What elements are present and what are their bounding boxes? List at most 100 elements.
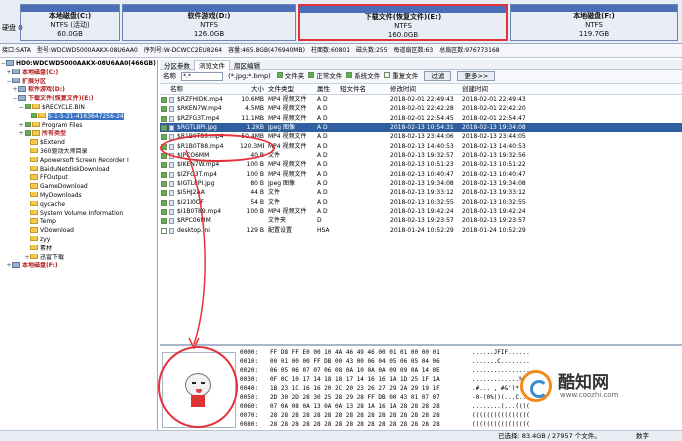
file-attr: A D [317,170,328,178]
col-attr-header[interactable]: 属性 [317,84,337,95]
col-created-header[interactable]: 创建时间 [462,84,542,95]
file-checkbox[interactable] [161,162,167,169]
col-type-header[interactable]: 文件类型 [268,84,312,95]
file-modified: 2018-02-13 19:42:24 [390,208,454,216]
partition-block[interactable]: 本地磁盘(F:) NTFS 119.7GB [510,4,678,41]
tree-node-label: 软件游戏(D:) [28,86,65,94]
directory-tree[interactable]: − HD0:WDCWD5000AAKX-08U6AA0(466GB) + 本地磁盘(C… [0,60,158,430]
filter-checkbox[interactable] [308,72,315,78]
file-row[interactable]: $RPC06MM 文件夹 D 2018-02-13 19:23:57 2018-02-1… [160,216,682,225]
file-checkbox[interactable] [161,218,167,225]
file-type: MP4 视频文件 [268,161,307,169]
tree-node[interactable]: + 迅雷下载 [0,253,157,263]
file-row[interactable]: $IPCO6MM 40 B 文件 A D 2018-02-13 19:32:57 2018… [160,151,682,160]
tree-node[interactable]: + 所有类型 [0,130,157,139]
file-checkbox[interactable] [161,153,167,160]
tree-node-label: VDownload [40,227,74,235]
tree-node[interactable]: + 软件游戏(D:) [0,86,157,95]
file-checkbox[interactable] [161,97,167,103]
file-checkbox[interactable] [161,199,167,206]
tree-checkbox[interactable] [25,121,31,128]
file-row[interactable]: $R1B0T88.mp4 120.3MB MP4 视频文件 A D 2018-02-13… [160,142,682,151]
tree-node[interactable]: 素材 [0,244,157,254]
file-checkbox[interactable] [161,134,167,141]
tree-checkbox[interactable] [25,103,31,110]
col-size-header[interactable]: 大小 [240,84,264,95]
file-checkbox[interactable] [161,209,167,216]
file-checkbox[interactable] [161,227,167,234]
file-row[interactable]: $IKEN7W.mp4 100 B MP4 视频文件 A D 2018-02-13 10… [160,160,682,169]
tree-node[interactable]: + Program Files [0,121,157,131]
col-modified-header[interactable]: 修改时间 [390,84,470,95]
hex-offset: 0040: [240,385,259,392]
tree-node[interactable]: + 本地磁盘(C:) [0,68,157,78]
name-pattern-input[interactable]: *.* [181,71,224,81]
tree-node[interactable]: System Volume Information [0,209,157,219]
col-short-header[interactable]: 短文件名 [340,84,382,95]
tree-node[interactable]: MyDownloads [0,191,157,201]
tree-node[interactable]: qycache [0,200,157,210]
tree-node[interactable]: + 本地磁盘(F:) [0,262,157,271]
tree-node[interactable]: − $RECYCLE.BIN [0,103,157,113]
file-row[interactable]: $I1B0T89.mp4 100 B MP4 视频文件 A D 2018-02-13 1… [160,207,682,216]
partition-block[interactable]: 下载文件(恢复文件)(E:) NTFS 160.0GB [298,4,508,41]
file-row[interactable]: $R1B0T89.mp4 50.4MB MP4 视频文件 A D 2018-02-13 … [160,132,682,141]
tree-node[interactable]: 360驱动大师目录 [0,147,157,157]
more-button[interactable]: 更多>> [457,71,496,81]
tree-checkbox[interactable] [25,130,31,136]
file-checkbox[interactable] [161,115,167,122]
file-row[interactable]: $IGTL8PI.jpg 80 B Jpeg 图像 A D 2018-02-13 19:… [160,179,682,188]
tree-node[interactable]: GameDownload [0,183,157,192]
file-row[interactable]: $RGTL8PI.jpg 1.2KB Jpeg 图像 A D 2018-02-13 10… [160,123,682,133]
file-row[interactable]: $RZFHIDK.mp4 10.6MB MP4 视频文件 A D 2018-02-01 … [160,95,682,104]
file-checkbox[interactable] [161,181,167,188]
file-row[interactable]: $RZFG3T.mp4 11.1MB MP4 视频文件 A D 2018-02-01 2… [160,114,682,123]
tree-node-label: HD0:WDCWD5000AAKX-08U6AA0(466GB) [16,60,156,67]
tree-node[interactable]: BaiduNetdiskDownload [0,165,157,175]
tree-node[interactable]: − 下载文件(恢复文件)(E:) [0,95,157,104]
folder-icon [30,218,38,224]
watermark-url: www.coozhi.com [560,391,619,399]
file-checkbox[interactable] [161,171,167,178]
file-row[interactable]: $IZFG3T.mp4 100 B MP4 视频文件 A D 2018-02-13 10… [160,170,682,179]
tree-node[interactable]: Temp [0,218,157,227]
tree-node-label: $Extend [40,139,65,147]
file-created: 2018-02-13 23:44:05 [462,133,526,141]
file-row[interactable]: $I21I0OF 54 B 文件 A D 2018-02-13 10:32:55 2018… [160,198,682,207]
tree-expander-icon[interactable]: + [18,122,24,131]
partition-block[interactable]: 软件游戏(D:) NTFS 126.0GB [122,4,296,41]
partition-block[interactable]: 本地磁盘(C:) NTFS (活动) 60.0GB [20,4,120,41]
file-row[interactable]: desktop.ini 129 B 配置设置 HSA 2018-01-24 10:52:… [160,226,682,235]
drive-icon [12,262,20,268]
file-icon [169,134,174,141]
file-created: 2018-01-24 10:52:29 [462,226,526,234]
col-name-header[interactable]: 名称 [170,84,244,95]
file-row[interactable]: $I5HJ2AA 44 B 文件 A D 2018-02-13 19:33:12 2018… [160,188,682,197]
filter-checkbox[interactable] [384,72,391,78]
file-type: 文件 [268,152,281,160]
tree-node[interactable]: Apowersoft Screen Recorder I [0,156,157,166]
tree-node[interactable]: $Extend [0,139,157,148]
tree-expander-icon[interactable]: − [18,104,24,113]
tree-node[interactable]: VDownload [0,227,157,236]
tree-checkbox[interactable] [31,112,37,119]
file-checkbox[interactable] [161,143,167,150]
file-row[interactable]: $RKEN7W.mp4 4.5MB MP4 视频文件 A D 2018-02-01 22… [160,104,682,113]
tree-node[interactable]: − HD0:WDCWD5000AAKX-08U6AA0(466GB) [0,60,157,69]
filter-checkbox[interactable] [276,72,283,78]
file-created: 2018-02-13 10:51:22 [462,161,526,169]
tree-expander-icon[interactable]: + [18,130,24,139]
file-checkbox[interactable] [161,190,167,197]
filter-checkbox[interactable] [346,72,353,78]
tree-node[interactable]: zyy [0,235,157,245]
partition-usage-bar [511,5,677,12]
tree-node[interactable]: − 扩展分区 [0,77,157,87]
tree-node[interactable]: FFOutput [0,174,157,183]
watermark-logo: 酷知网 www.coozhi.com [520,364,660,408]
filter-button[interactable]: 过滤 [424,71,452,81]
file-checkbox[interactable] [161,125,167,132]
hex-offset: 0070: [240,412,259,419]
file-created: 2018-02-01 22:42:20 [462,105,526,113]
file-checkbox[interactable] [161,106,167,113]
tree-node[interactable]: S-1-5-21-4163647256-24 [0,112,157,122]
